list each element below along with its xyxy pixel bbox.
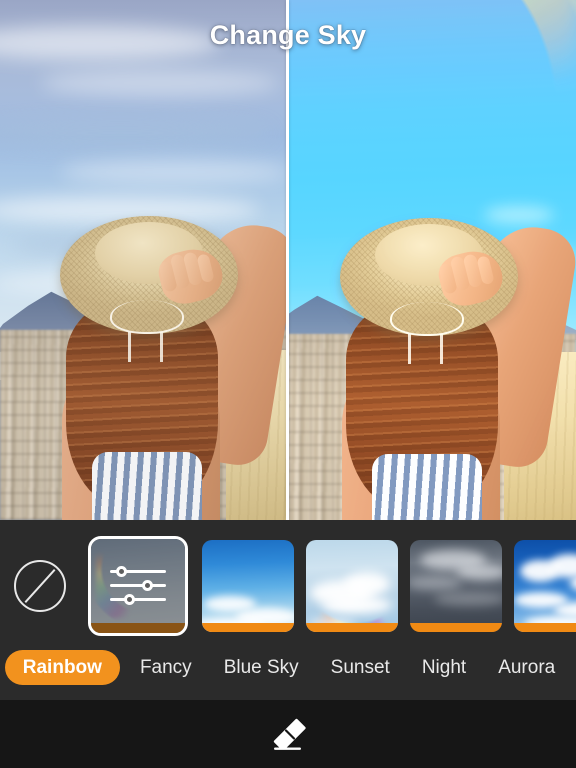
sliders-icon bbox=[91, 539, 185, 633]
edited-scene bbox=[288, 0, 576, 520]
tab-fancy[interactable]: Fancy bbox=[124, 658, 208, 677]
page-title: Change Sky bbox=[209, 20, 367, 50]
original-photo-pane[interactable] bbox=[0, 0, 288, 520]
none-icon[interactable] bbox=[14, 559, 66, 612]
edited-photo-pane[interactable] bbox=[288, 0, 576, 520]
category-tabs[interactable]: Rainbow Fancy Blue Sky Sunset Night Auro… bbox=[0, 646, 576, 688]
thumbnail-progress-bar bbox=[91, 622, 185, 633]
effect-thumbnail-adjust[interactable] bbox=[88, 535, 188, 636]
tab-blue-sky[interactable]: Blue Sky bbox=[208, 658, 315, 677]
effect-thumbnail-blue-cloud-sky[interactable] bbox=[514, 539, 576, 632]
striped-top bbox=[372, 454, 482, 520]
hat-ribbon bbox=[390, 302, 464, 336]
tab-sunset[interactable]: Sunset bbox=[315, 658, 406, 677]
effects-panel: Rainbow Fancy Blue Sky Sunset Night Auro… bbox=[0, 520, 576, 700]
effect-thumbnail-cloud-rainbow-sky[interactable] bbox=[306, 539, 398, 632]
before-after-divider[interactable] bbox=[286, 0, 289, 520]
hat-ribbon bbox=[110, 300, 184, 334]
striped-top bbox=[92, 452, 202, 520]
effect-thumbnail-rainbow-arc-sky[interactable] bbox=[202, 539, 294, 632]
thumbnail-progress-bar bbox=[410, 622, 502, 632]
tab-night[interactable]: Night bbox=[406, 658, 482, 677]
effects-thumbnail-strip[interactable] bbox=[0, 533, 576, 638]
effect-thumbnail-storm-rainbow-sky[interactable] bbox=[410, 539, 502, 632]
thumbnail-progress-bar bbox=[306, 622, 398, 632]
change-sky-screen: Change Sky Rainbow Fancy Blue Sky Sunset… bbox=[0, 0, 576, 768]
tab-aurora[interactable]: Aurora bbox=[482, 658, 571, 677]
eraser-icon[interactable] bbox=[266, 714, 310, 754]
thumbnail-progress-bar bbox=[514, 622, 576, 632]
thumbnail-progress-bar bbox=[202, 622, 294, 632]
original-scene bbox=[0, 0, 288, 520]
tab-rainbow[interactable]: Rainbow bbox=[4, 649, 120, 685]
photo-compare-area[interactable] bbox=[0, 0, 576, 520]
bottom-toolbar bbox=[0, 700, 576, 768]
